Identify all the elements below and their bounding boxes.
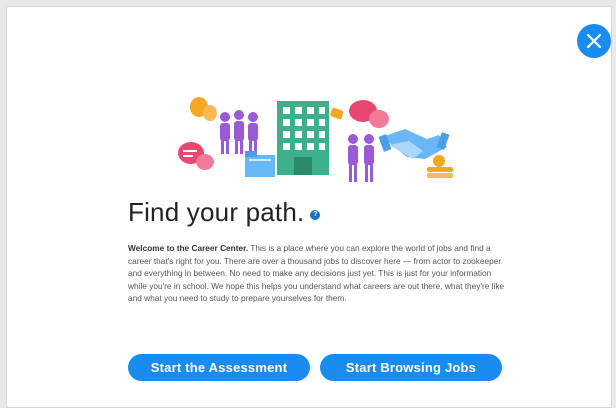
close-icon (586, 33, 602, 49)
building-icon (277, 101, 329, 175)
help-icon[interactable]: ? (310, 209, 321, 220)
career-center-dialog: Find your path. ? Welcome to the Career … (6, 6, 612, 408)
folder-icon (245, 151, 275, 177)
pink-speech-icon (178, 142, 214, 170)
pink-chat-icon (349, 100, 389, 128)
start-browsing-jobs-button[interactable]: Start Browsing Jobs (320, 354, 502, 381)
start-assessment-button[interactable]: Start the Assessment (128, 354, 310, 381)
intro-bold-text: Welcome to the Career Center. (128, 243, 249, 253)
intro-paragraph: Welcome to the Career Center. This is a … (128, 242, 506, 305)
career-illustration (178, 97, 453, 182)
tag-icon (330, 107, 344, 120)
close-button[interactable] (577, 24, 611, 58)
people-pair-icon (348, 134, 374, 182)
people-group-icon (220, 110, 258, 154)
page-title: Find your path. (128, 197, 305, 227)
title-row: Find your path. ? (128, 197, 321, 228)
handshake-icon (378, 129, 450, 159)
orange-speech-icon (190, 97, 217, 121)
coins-icon (427, 155, 453, 178)
